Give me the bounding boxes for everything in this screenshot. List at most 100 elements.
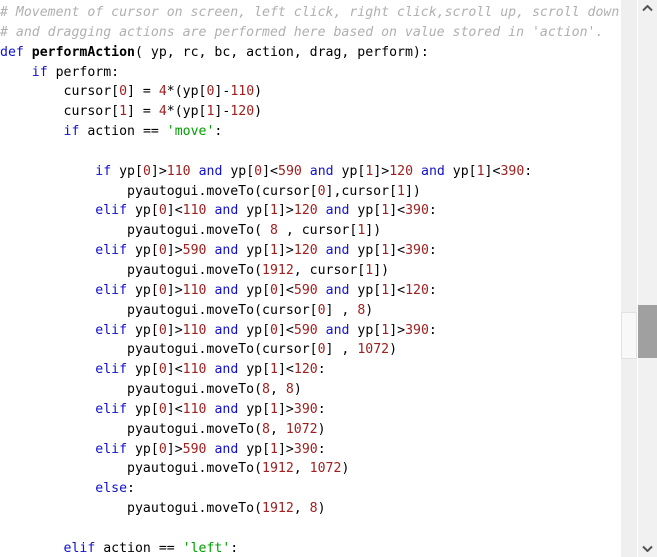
- window-scrollbar-track[interactable]: [638, 17, 657, 540]
- editor-vertical-scrollbar[interactable]: [620, 0, 637, 557]
- code-token-keyword: and: [214, 203, 239, 219]
- code-token-plain: ]<: [389, 203, 406, 219]
- code-token-number: 0: [158, 203, 167, 219]
- code-token-number: 390: [405, 243, 429, 259]
- code-token-plain: yp[: [333, 163, 366, 179]
- code-token-number: 110: [230, 84, 255, 100]
- code-token-plain: yp[: [127, 322, 159, 338]
- code-token-keyword: elif: [95, 362, 128, 378]
- code-token-plain: ]>: [150, 163, 167, 179]
- code-token-number: 390: [293, 401, 318, 417]
- code-token-keyword: and: [421, 163, 445, 179]
- code-token-keyword: elif: [95, 401, 128, 417]
- code-token-plain: yp[: [238, 322, 271, 338]
- code-token-number: 120: [293, 243, 318, 259]
- code-token-number: 390: [405, 322, 429, 338]
- code-token-plain: ]>: [277, 401, 294, 417]
- code-token-number: 1912: [262, 501, 294, 517]
- code-token-comment: # Movement of cursor on screen, left cli…: [0, 5, 620, 20]
- code-token-plain: ]<: [277, 362, 294, 378]
- code-token-number: 110: [182, 203, 207, 219]
- code-token-number: 0: [270, 322, 278, 338]
- code-line: cursor[1] = 4*(yp[1]-120): [0, 102, 619, 122]
- code-token-plain: ]): [373, 262, 390, 278]
- code-token-plain: :: [428, 282, 437, 298]
- code-token-plain: yp[: [349, 322, 382, 338]
- code-token-plain: ]>: [166, 243, 183, 259]
- code-token-plain: ,: [293, 501, 310, 517]
- code-line: pyautogui.moveTo(cursor[0] , 1072): [0, 340, 619, 360]
- chevron-up-icon[interactable]: [638, 0, 657, 17]
- code-token-keyword: elif: [95, 322, 128, 338]
- code-token-number: 1: [270, 362, 278, 378]
- code-token-plain: ): [317, 421, 326, 437]
- code-token-number: 1: [270, 441, 278, 457]
- code-token-number: 0: [270, 282, 278, 298]
- code-token-plain: ] =: [127, 104, 159, 120]
- code-token-keyword: and: [325, 322, 350, 338]
- code-token-plain: :: [317, 401, 326, 417]
- code-token-number: 1: [365, 262, 374, 278]
- code-token-number: 1912: [262, 461, 294, 477]
- code-token-plain: yp[: [111, 163, 143, 179]
- code-line: pyautogui.moveTo(cursor[0],cursor[1]): [0, 182, 619, 202]
- code-token-string: 'left': [182, 540, 231, 556]
- code-token-keyword: if: [31, 64, 48, 80]
- code-token-keyword: and: [214, 243, 239, 259]
- code-token-plain: ): [389, 342, 398, 358]
- code-token-number: 110: [166, 163, 191, 179]
- code-token-plain: pyautogui.moveTo(cursor[: [0, 183, 318, 199]
- editor-scrollbar-thumb[interactable]: [621, 312, 637, 359]
- code-token-plain: :: [127, 481, 135, 497]
- window-vertical-scrollbar[interactable]: [637, 0, 657, 557]
- code-token-number: 120: [230, 104, 255, 120]
- code-line: if yp[0]>110 and yp[0]<590 and yp[1]>120…: [0, 162, 619, 182]
- code-token-plain: ]>: [277, 243, 294, 259]
- code-token-plain: ] ,: [325, 342, 358, 358]
- code-token-keyword: and: [214, 322, 239, 338]
- code-token-plain: ]): [404, 183, 421, 199]
- code-token-plain: yp[: [444, 163, 477, 179]
- code-token-string: 'move': [166, 124, 215, 140]
- window-scrollbar-thumb[interactable]: [638, 305, 657, 358]
- code-line: # and dragging actions are performed her…: [0, 23, 619, 43]
- code-token-number: 0: [317, 183, 326, 199]
- code-token-number: 1912: [262, 262, 294, 278]
- code-token-plain: yp[: [238, 441, 271, 457]
- code-token-keyword: and: [325, 203, 350, 219]
- code-token-number: 1: [476, 163, 485, 179]
- code-line: else:: [0, 479, 619, 499]
- code-listing[interactable]: # Movement of cursor on screen, left cli…: [0, 3, 619, 557]
- code-token-keyword: and: [214, 401, 239, 417]
- editor-scrollbar-track[interactable]: [621, 0, 637, 557]
- code-token-plain: ]>: [166, 441, 183, 457]
- code-token-keyword: and: [214, 362, 239, 378]
- code-token-comment: # and dragging actions are performed her…: [0, 24, 604, 40]
- code-token-plain: *(yp[: [166, 104, 207, 120]
- code-token-plain: ]>: [166, 322, 183, 338]
- code-token-number: 590: [182, 243, 207, 259]
- chevron-down-icon[interactable]: [638, 540, 657, 557]
- code-token-number: 590: [293, 282, 318, 298]
- code-editor-area[interactable]: # Movement of cursor on screen, left cli…: [0, 0, 620, 557]
- code-token-number: 1: [119, 104, 128, 120]
- code-token-plain: action ==: [79, 124, 167, 140]
- code-token-plain: :: [428, 243, 437, 259]
- code-token-plain: :: [317, 441, 326, 457]
- code-token-keyword: and: [325, 243, 350, 259]
- code-token-plain: pyautogui.moveTo(cursor[: [0, 342, 318, 358]
- code-line: elif yp[0]>590 and yp[1]>120 and yp[1]<3…: [0, 241, 619, 261]
- code-token-plain: ,: [293, 461, 310, 477]
- code-token-plain: ]<: [166, 203, 183, 219]
- code-token-plain: ]<: [389, 282, 406, 298]
- code-token-number: 0: [158, 441, 167, 457]
- code-token-plain: yp[: [127, 282, 159, 298]
- code-token-number: 8: [262, 382, 270, 398]
